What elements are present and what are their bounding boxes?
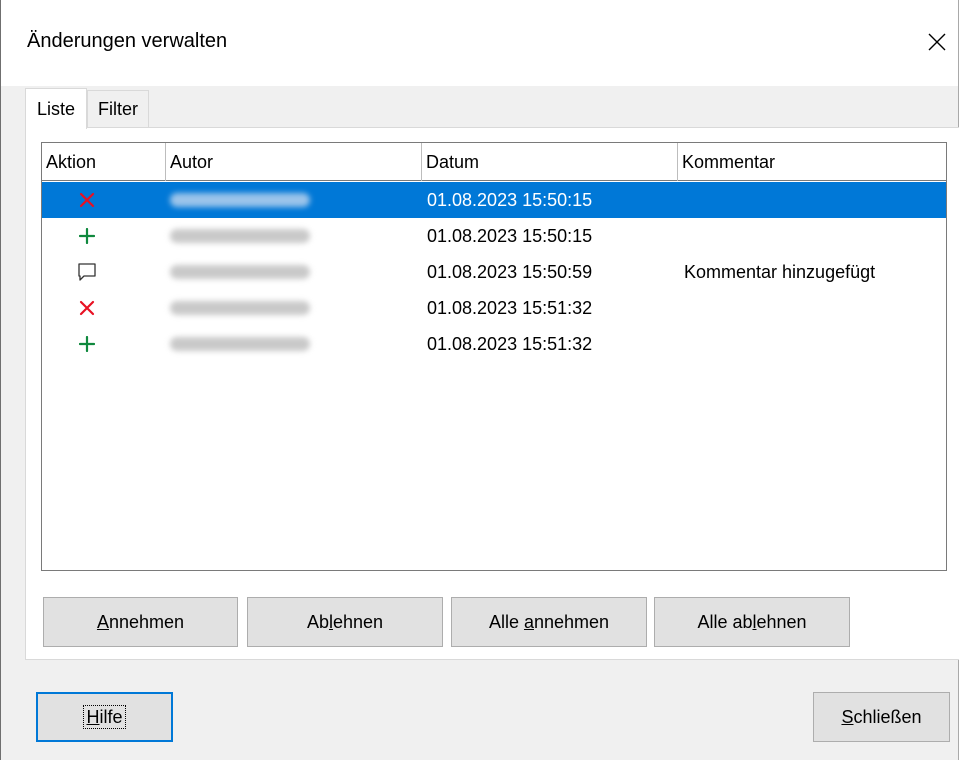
comment-bubble-icon — [42, 254, 132, 290]
table-row[interactable]: 01.08.2023 15:50:59 Kommentar hinzugefüg… — [42, 254, 946, 290]
changes-list[interactable]: Aktion Autor Datum Kommentar 01.08.2023 … — [41, 142, 947, 571]
author-cell — [170, 290, 420, 326]
author-cell — [170, 218, 420, 254]
accept-all-label: Alle annehmen — [488, 611, 610, 632]
reject-all-label: Alle ablehnen — [697, 611, 807, 632]
insert-plus-icon — [42, 326, 132, 362]
redacted-author — [170, 229, 310, 243]
manage-changes-dialog: Änderungen verwalten Liste Filter Aktion… — [0, 0, 959, 760]
author-cell — [170, 326, 420, 362]
tab-label: Filter — [98, 99, 138, 119]
column-header-label: Kommentar — [682, 151, 776, 172]
date-cell: 01.08.2023 15:50:59 — [427, 261, 593, 282]
comment-cell — [684, 326, 946, 362]
title-bar: Änderungen verwalten — [1, 0, 958, 86]
column-header-autor[interactable]: Autor — [166, 143, 422, 181]
comment-cell — [684, 218, 946, 254]
table-row[interactable]: 01.08.2023 15:51:32 — [42, 326, 946, 362]
date-cell: 01.08.2023 15:50:15 — [427, 189, 593, 210]
reject-button[interactable]: Ablehnen — [247, 597, 443, 647]
window-title: Änderungen verwalten — [27, 30, 228, 52]
table-row[interactable]: 01.08.2023 15:50:15 — [42, 182, 946, 218]
column-header-label: Aktion — [46, 151, 97, 172]
help-label: Hilfe — [83, 705, 126, 729]
reject-label: Ablehnen — [306, 611, 384, 632]
insert-plus-icon — [42, 218, 132, 254]
reject-all-button[interactable]: Alle ablehnen — [654, 597, 850, 647]
comment-cell: Kommentar hinzugefügt — [684, 261, 876, 282]
column-header-label: Datum — [426, 151, 480, 172]
delete-x-icon — [42, 182, 132, 218]
accept-label: Annehmen — [96, 611, 185, 632]
author-cell — [170, 254, 420, 290]
comment-cell — [684, 182, 946, 218]
accept-button[interactable]: Annehmen — [43, 597, 238, 647]
close-label: Schließen — [841, 706, 922, 727]
date-cell: 01.08.2023 15:50:15 — [427, 225, 593, 246]
accept-all-button[interactable]: Alle annehmen — [451, 597, 647, 647]
author-cell — [170, 182, 420, 218]
date-cell: 01.08.2023 15:51:32 — [427, 333, 593, 354]
redacted-author — [170, 265, 310, 279]
comment-cell — [684, 290, 946, 326]
column-header-datum[interactable]: Datum — [422, 143, 678, 181]
close-icon[interactable] — [916, 22, 958, 62]
table-row[interactable]: 01.08.2023 15:51:32 — [42, 290, 946, 326]
tab-label: Liste — [36, 98, 76, 119]
tab-panel-liste: Aktion Autor Datum Kommentar 01.08.2023 … — [25, 127, 959, 660]
tab-liste[interactable]: Liste — [25, 88, 87, 129]
column-header-label: Autor — [170, 151, 214, 172]
redacted-author — [170, 301, 310, 315]
table-row[interactable]: 01.08.2023 15:50:15 — [42, 218, 946, 254]
redacted-author — [170, 337, 310, 351]
column-header-aktion[interactable]: Aktion — [42, 143, 166, 181]
list-header: Aktion Autor Datum Kommentar — [42, 143, 946, 181]
tab-filter[interactable]: Filter — [87, 90, 149, 128]
redacted-author — [170, 193, 310, 207]
column-header-kommentar[interactable]: Kommentar — [678, 143, 946, 181]
help-button[interactable]: Hilfe — [36, 692, 173, 742]
date-cell: 01.08.2023 15:51:32 — [427, 297, 593, 318]
close-button[interactable]: Schließen — [813, 692, 950, 742]
delete-x-icon — [42, 290, 132, 326]
